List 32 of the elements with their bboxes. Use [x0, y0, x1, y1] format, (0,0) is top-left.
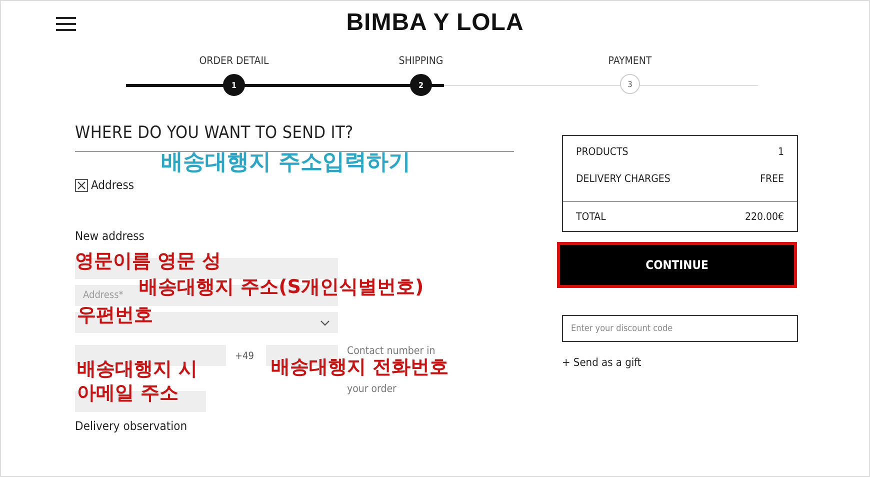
field-label: Delivery observation [75, 419, 188, 433]
annotation-text: 배송대행지 주소입력하기 [161, 152, 411, 174]
step-label: SHIPPING [398, 55, 444, 67]
chevron-down-icon [320, 320, 330, 326]
annotation-text: 배송대행지 전화번호 [271, 356, 449, 378]
phone-note: Contact number in [347, 345, 436, 357]
annotation-text: 우편번호 [77, 304, 153, 326]
total-label: TOTAL [576, 211, 606, 223]
step-number[interactable]: 3 [620, 74, 640, 94]
annotation-text: 아메일 주소 [77, 382, 179, 404]
continue-button[interactable]: CONTINUE [557, 242, 797, 288]
step-label: ORDER DETAIL [199, 55, 269, 67]
annotation-text: 영문이름 영문 성 [75, 250, 222, 272]
annotation-text: 배송대행지 시 [77, 358, 198, 380]
step-number[interactable]: 2 [410, 74, 432, 96]
summary-value: FREE [760, 173, 784, 185]
section-title: WHERE DO YOU WANT TO SEND IT? [75, 123, 514, 152]
total-value: 220.00€ [744, 211, 784, 223]
checkbox[interactable] [75, 178, 88, 192]
summary-label: PRODUCTS [576, 146, 628, 158]
send-as-gift-link[interactable]: + Send as a gift [562, 356, 798, 369]
discount-code-field[interactable]: Enter your discount code [562, 315, 798, 342]
summary-value: 1 [778, 146, 784, 158]
phone-note: your order [347, 383, 398, 395]
step-label: PAYMENT [608, 55, 652, 67]
menu-icon[interactable] [56, 16, 76, 32]
section-label: New address [75, 229, 146, 243]
summary-label: DELIVERY CHARGES [576, 173, 670, 185]
option-label: Address [91, 178, 134, 192]
phone-prefix: +49 [234, 350, 255, 362]
brand-logo[interactable]: BIMBA Y LOLA [346, 9, 524, 37]
step-number[interactable]: 1 [223, 74, 245, 96]
